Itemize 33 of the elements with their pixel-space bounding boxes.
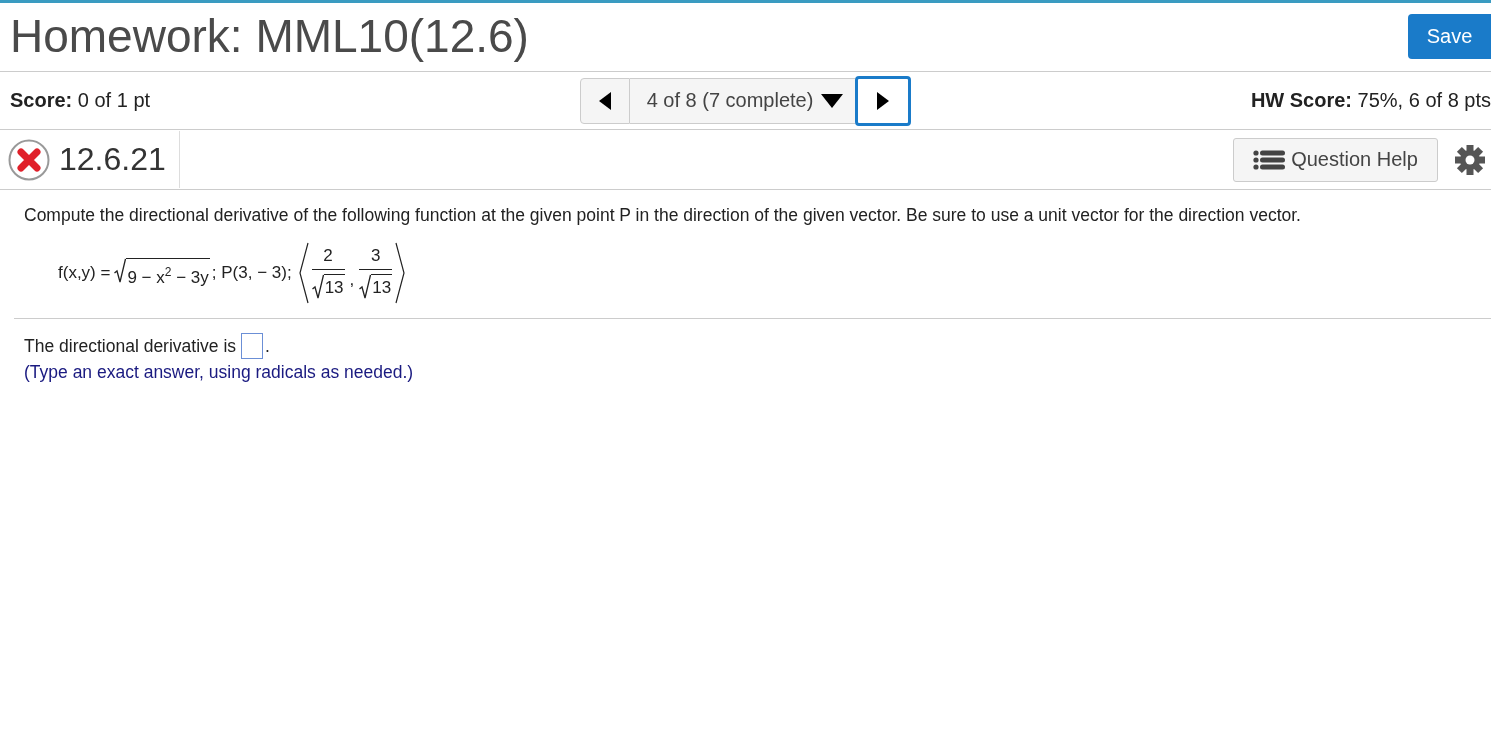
answer-field[interactable]	[241, 333, 264, 359]
answer-label: The directional derivative is	[24, 335, 237, 357]
question-prompt: Compute the directional derivative of the following function at the given point P in the direction of the given vector. Be sure to use a unit vector for the direction vector.	[24, 205, 1302, 226]
radicand: 9 − x$^{2}$ − 3y	[126, 257, 210, 289]
right-angle-bracket-icon	[394, 242, 407, 304]
list-icon	[1253, 149, 1286, 170]
function-label: f(x,y) =	[58, 263, 111, 283]
score-text: Score: 0 of 1 pt	[9, 89, 152, 112]
down-triangle-icon	[821, 93, 844, 108]
right-triangle-icon	[877, 91, 890, 110]
numerator: 3	[359, 246, 393, 270]
answer-hint: (Type an exact answer, using radicals as needed.)	[24, 362, 415, 383]
settings-icon[interactable]	[1455, 144, 1485, 175]
period: .	[265, 335, 270, 357]
save-button[interactable]: Save	[1408, 14, 1491, 59]
radical-sign-icon	[359, 274, 372, 300]
question-number: 12.6.21	[59, 141, 166, 178]
point-label: ; P(3, − 3);	[211, 263, 292, 283]
comma: ,	[349, 270, 355, 290]
radical-sign-icon	[311, 274, 324, 300]
denominator: 13	[371, 274, 393, 299]
left-angle-bracket-icon	[297, 242, 310, 304]
denominator: 13	[323, 274, 345, 299]
incorrect-icon	[8, 138, 50, 181]
question-selector[interactable]: 4 of 8 (7 complete)	[629, 77, 856, 124]
numerator: 2	[311, 246, 345, 270]
radical-sign-icon	[114, 257, 127, 284]
hw-score-text: HW Score: 75%, 6 of 8 pts	[1250, 89, 1491, 112]
left-triangle-icon	[598, 91, 611, 110]
previous-button[interactable]	[579, 77, 630, 124]
next-button[interactable]	[855, 75, 912, 126]
page-title: Homework: MML10(12.6)	[10, 9, 529, 63]
question-help-button[interactable]: Question Help	[1233, 137, 1438, 182]
